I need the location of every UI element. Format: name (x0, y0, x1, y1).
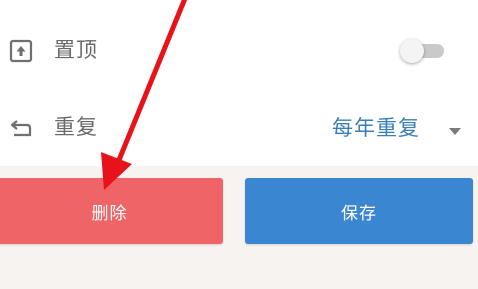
repeat-label: 重复 (54, 115, 98, 139)
pin-to-top-toggle[interactable] (400, 39, 446, 63)
pin-to-top-icon (8, 38, 34, 64)
pin-to-top-label: 置顶 (54, 38, 98, 62)
delete-button-label: 删除 (91, 203, 128, 224)
repeat-value: 每年重复 (332, 116, 420, 140)
save-button[interactable]: 保存 (245, 178, 473, 244)
save-button-label: 保存 (341, 203, 377, 224)
toggle-knob (400, 39, 424, 63)
repeat-row[interactable]: 重复 每年重复 (0, 98, 478, 158)
chevron-down-icon (448, 122, 462, 135)
delete-button[interactable]: 删除 (0, 178, 223, 244)
repeat-select[interactable]: 每年重复 (330, 112, 470, 144)
pin-to-top-row[interactable]: 置顶 (0, 21, 478, 81)
settings-panel: 置顶 重复 每年重复 (0, 0, 478, 166)
repeat-icon (8, 115, 34, 141)
